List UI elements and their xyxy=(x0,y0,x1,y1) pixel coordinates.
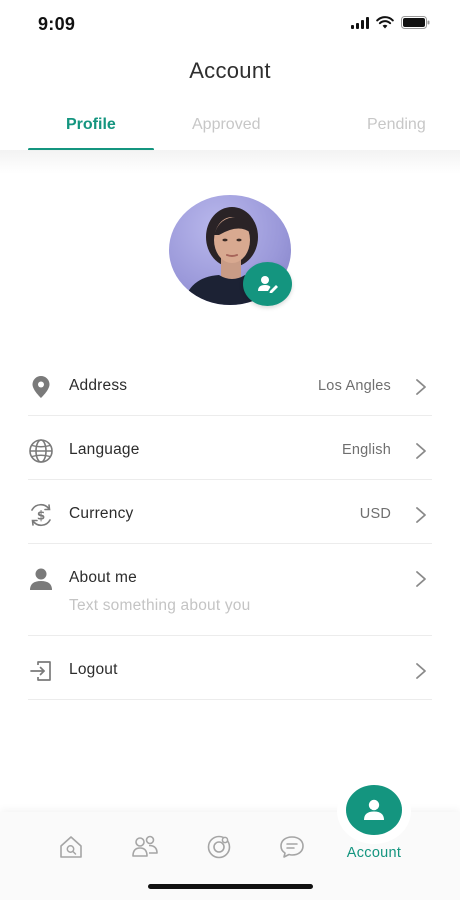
menu-item-logout[interactable]: Logout xyxy=(28,636,432,700)
battery-icon xyxy=(401,16,430,29)
account-icon xyxy=(364,799,384,820)
profile-avatar-section xyxy=(169,195,293,307)
page-title: Account xyxy=(189,58,271,83)
chevron-right-icon xyxy=(416,571,426,587)
menu-item-label: Currency xyxy=(69,505,134,522)
menu-item-label: About me xyxy=(69,569,137,586)
user-edit-icon xyxy=(257,276,278,293)
menu-item-currency[interactable]: $ Currency USD xyxy=(28,480,432,544)
edit-avatar-button[interactable] xyxy=(243,262,292,306)
chevron-right-icon xyxy=(416,663,426,679)
menu-item-label: Address xyxy=(69,377,128,394)
menu-item-value: USD xyxy=(359,506,391,522)
currency-exchange-icon: $ xyxy=(28,502,54,528)
menu-item-about-me[interactable]: About me Text something about you xyxy=(28,544,432,636)
nav-account-label[interactable]: Account xyxy=(340,843,408,863)
cellular-signal-icon xyxy=(351,16,369,29)
account-menu: Address Los Angles Language English $ Cu… xyxy=(28,352,432,700)
tab-approved[interactable]: Approved xyxy=(192,116,261,134)
menu-item-value: Los Angles xyxy=(318,378,391,394)
tab-bar: Profile Approved Pending xyxy=(0,110,460,152)
nav-account[interactable] xyxy=(346,785,402,835)
tabs-divider-shadow xyxy=(0,150,460,174)
nav-target[interactable] xyxy=(204,832,234,862)
logout-icon xyxy=(28,658,54,684)
status-time: 9:09 xyxy=(38,14,76,34)
home-indicator xyxy=(148,884,313,889)
chevron-right-icon xyxy=(416,443,426,459)
menu-item-language[interactable]: Language English xyxy=(28,416,432,480)
person-icon xyxy=(28,566,54,592)
about-me-placeholder: Text something about you xyxy=(69,597,251,614)
globe-icon xyxy=(28,438,54,464)
tab-profile[interactable]: Profile xyxy=(66,116,116,134)
menu-item-value: English xyxy=(342,442,391,458)
location-pin-icon xyxy=(28,374,54,400)
nav-chat[interactable] xyxy=(277,832,307,862)
chat-icon xyxy=(280,836,304,858)
chevron-right-icon xyxy=(416,507,426,523)
status-icons xyxy=(351,16,430,29)
menu-item-label: Logout xyxy=(69,661,118,678)
svg-text:$: $ xyxy=(37,509,45,523)
status-bar: 9:09 xyxy=(0,0,460,48)
menu-item-label: Language xyxy=(69,441,140,458)
menu-item-address[interactable]: Address Los Angles xyxy=(28,352,432,416)
target-icon xyxy=(207,835,231,859)
wifi-icon xyxy=(376,16,394,29)
nav-home[interactable] xyxy=(56,832,86,862)
nav-people[interactable] xyxy=(130,832,160,862)
tab-pending[interactable]: Pending xyxy=(367,116,426,134)
people-icon xyxy=(132,835,158,857)
chevron-right-icon xyxy=(416,379,426,395)
home-search-icon xyxy=(60,836,82,858)
